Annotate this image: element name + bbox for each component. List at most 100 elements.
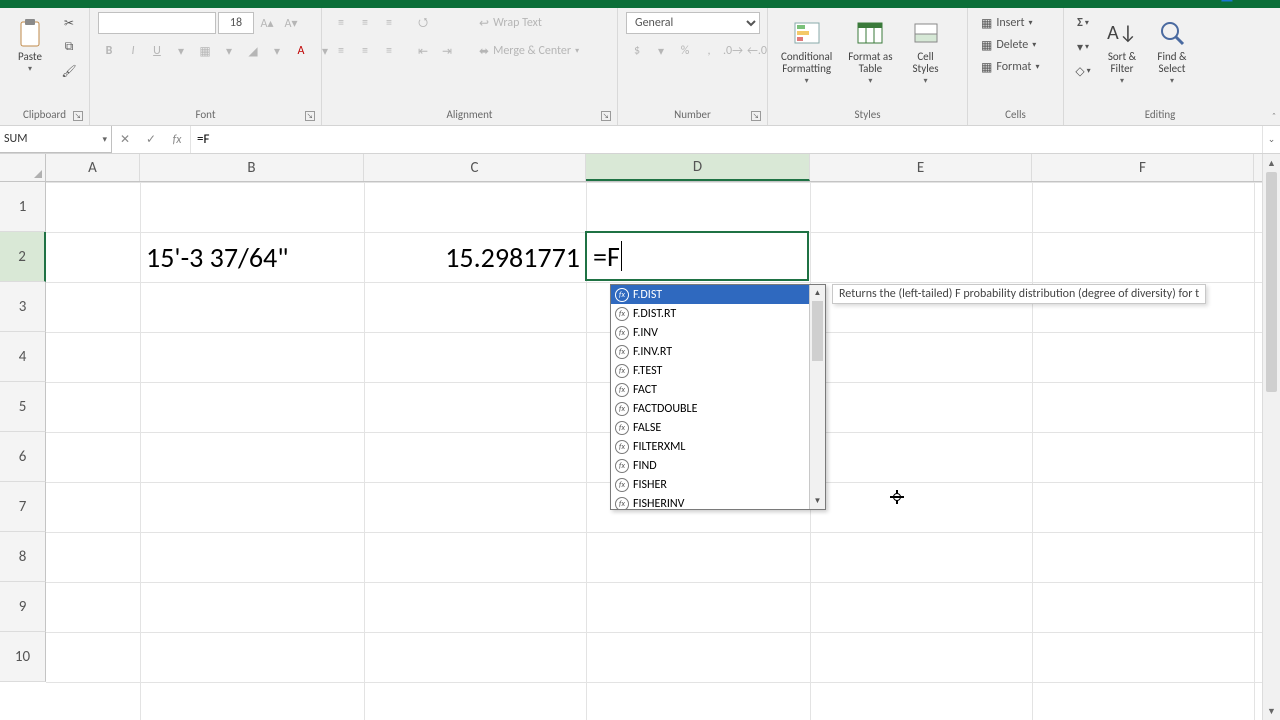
formula-autocomplete[interactable]: fxF.DISTfxF.DIST.RTfxF.INVfxF.INV.RTfxF.… xyxy=(610,284,826,510)
align-bottom-button[interactable]: ≡ xyxy=(378,12,400,34)
conditional-formatting-button[interactable]: Conditional Formatting ▾ xyxy=(776,12,837,90)
row-header-3[interactable]: 3 xyxy=(0,282,46,332)
row-header-10[interactable]: 10 xyxy=(0,632,46,682)
number-format-select[interactable]: General xyxy=(626,12,760,34)
decrease-indent-button[interactable]: ⇤ xyxy=(412,40,434,62)
format-cells-button[interactable]: ▦Format▾ xyxy=(976,56,1044,78)
row-header-5[interactable]: 5 xyxy=(0,382,46,432)
row-header-4[interactable]: 4 xyxy=(0,332,46,382)
font-size-input[interactable] xyxy=(218,12,254,34)
cell-C2[interactable]: 15.2981771 xyxy=(364,232,586,282)
expand-formula-bar-button[interactable]: ⌄ xyxy=(1262,126,1280,153)
grow-font-button[interactable]: A▴ xyxy=(256,12,278,34)
underline-button[interactable]: U xyxy=(146,40,168,62)
autocomplete-item[interactable]: fxF.DIST.RT xyxy=(611,304,809,323)
scrollbar-thumb[interactable] xyxy=(1266,172,1277,392)
autocomplete-item[interactable]: fxF.INV xyxy=(611,323,809,342)
dialog-launcher-icon[interactable]: ↘ xyxy=(601,111,611,121)
fill-color-dropdown[interactable]: ▾ xyxy=(266,40,288,62)
italic-button[interactable]: I xyxy=(122,40,144,62)
delete-cells-button[interactable]: ▦Delete▾ xyxy=(976,34,1041,56)
accounting-dropdown[interactable]: ▾ xyxy=(650,40,672,62)
autosum-button[interactable]: Σ▾ xyxy=(1072,12,1094,34)
autocomplete-item[interactable]: fxFACTDOUBLE xyxy=(611,399,809,418)
row-header-6[interactable]: 6 xyxy=(0,432,46,482)
font-color-button[interactable]: A xyxy=(290,40,312,62)
fill-color-button[interactable]: ◢ xyxy=(242,40,264,62)
insert-cells-button[interactable]: ▦Insert▾ xyxy=(976,12,1038,34)
sort-filter-button[interactable]: A↓ Sort & Filter ▾ xyxy=(1100,12,1144,90)
autocomplete-item[interactable]: fxF.INV.RT xyxy=(611,342,809,361)
paste-button[interactable]: Paste ▾ xyxy=(8,12,52,78)
collapse-ribbon-button[interactable]: ˆ xyxy=(1272,110,1276,123)
autocomplete-item[interactable]: fxFIND xyxy=(611,456,809,475)
align-center-button[interactable]: ≡ xyxy=(354,40,376,62)
borders-button[interactable]: ▦ xyxy=(194,40,216,62)
borders-dropdown[interactable]: ▾ xyxy=(218,40,240,62)
copy-button[interactable]: ⧉ xyxy=(58,36,80,58)
autocomplete-item[interactable]: fxFACT xyxy=(611,380,809,399)
insert-function-button[interactable]: fx xyxy=(164,127,190,153)
format-painter-button[interactable]: 🖌 xyxy=(58,60,80,82)
align-left-button[interactable]: ≡ xyxy=(330,40,352,62)
column-header-E[interactable]: E xyxy=(810,154,1032,181)
column-header-B[interactable]: B xyxy=(140,154,364,181)
fill-button[interactable]: ▾▾ xyxy=(1072,36,1094,58)
vertical-scrollbar[interactable]: ▲ ▼ xyxy=(1262,154,1280,720)
select-all-button[interactable] xyxy=(0,154,46,182)
clear-button[interactable]: ◇▾ xyxy=(1072,60,1094,82)
align-right-button[interactable]: ≡ xyxy=(378,40,400,62)
column-header-D[interactable]: D xyxy=(586,154,810,181)
cut-button[interactable]: ✂ xyxy=(58,12,80,34)
bold-button[interactable]: B xyxy=(98,40,120,62)
wrap-text-button[interactable]: ↩ Wrap Text xyxy=(472,12,549,34)
font-name-input[interactable] xyxy=(98,12,216,34)
column-header-C[interactable]: C xyxy=(364,154,586,181)
dialog-launcher-icon[interactable]: ↘ xyxy=(73,111,83,121)
column-header-F[interactable]: F xyxy=(1032,154,1254,181)
row-header-9[interactable]: 9 xyxy=(0,582,46,632)
dialog-launcher-icon[interactable]: ↘ xyxy=(751,111,761,121)
cell-styles-button[interactable]: Cell Styles ▾ xyxy=(904,12,948,90)
shrink-font-button[interactable]: A▾ xyxy=(280,12,302,34)
autocomplete-item[interactable]: fxFILTERXML xyxy=(611,437,809,456)
name-box[interactable]: SUM ▾ xyxy=(0,126,112,153)
increase-decimal-button[interactable]: .0→ xyxy=(722,40,744,62)
share-button[interactable]: 👤 Share xyxy=(1219,0,1268,3)
scroll-up-button[interactable]: ▲ xyxy=(810,285,825,301)
autocomplete-item[interactable]: fxF.DIST xyxy=(611,285,809,304)
orientation-button[interactable]: ⭯ xyxy=(412,12,434,34)
autocomplete-item[interactable]: fxFISHERINV xyxy=(611,494,809,509)
underline-dropdown[interactable]: ▾ xyxy=(170,40,192,62)
enter-formula-button[interactable]: ✓ xyxy=(138,127,164,153)
decrease-decimal-button[interactable]: ←.0 xyxy=(746,40,768,62)
cell-D2-editing[interactable]: =F xyxy=(585,231,809,281)
row-header-7[interactable]: 7 xyxy=(0,482,46,532)
row-header-2[interactable]: 2 xyxy=(0,232,46,282)
increase-indent-button[interactable]: ⇥ xyxy=(436,40,458,62)
row-header-1[interactable]: 1 xyxy=(0,182,46,232)
column-header-A[interactable]: A xyxy=(46,154,140,181)
row-header-8[interactable]: 8 xyxy=(0,532,46,582)
accounting-format-button[interactable]: $ xyxy=(626,40,648,62)
dialog-launcher-icon[interactable]: ↘ xyxy=(305,111,315,121)
scrollbar-thumb[interactable] xyxy=(812,301,823,361)
autocomplete-item[interactable]: fxFISHER xyxy=(611,475,809,494)
comma-button[interactable]: , xyxy=(698,40,720,62)
format-as-table-button[interactable]: Format as Table ▾ xyxy=(843,12,897,90)
align-top-button[interactable]: ≡ xyxy=(330,12,352,34)
scroll-up-button[interactable]: ▲ xyxy=(1263,154,1280,172)
cancel-formula-button[interactable]: ✕ xyxy=(112,127,138,153)
scroll-down-button[interactable]: ▼ xyxy=(810,493,825,509)
formula-input[interactable] xyxy=(191,126,1262,153)
find-select-button[interactable]: Find & Select ▾ xyxy=(1150,12,1194,90)
cells-area[interactable]: 15'-3 37/64"15.2981771=FfxF.DISTfxF.DIST… xyxy=(46,182,1262,720)
align-middle-button[interactable]: ≡ xyxy=(354,12,376,34)
autocomplete-item[interactable]: fxF.TEST xyxy=(611,361,809,380)
chevron-down-icon[interactable]: ▾ xyxy=(102,134,107,145)
percent-button[interactable]: % xyxy=(674,40,696,62)
cell-B2[interactable]: 15'-3 37/64" xyxy=(140,232,364,282)
merge-center-button[interactable]: ⬌ Merge & Center ▾ xyxy=(472,40,586,62)
autocomplete-item[interactable]: fxFALSE xyxy=(611,418,809,437)
scroll-down-button[interactable]: ▼ xyxy=(1263,702,1280,720)
